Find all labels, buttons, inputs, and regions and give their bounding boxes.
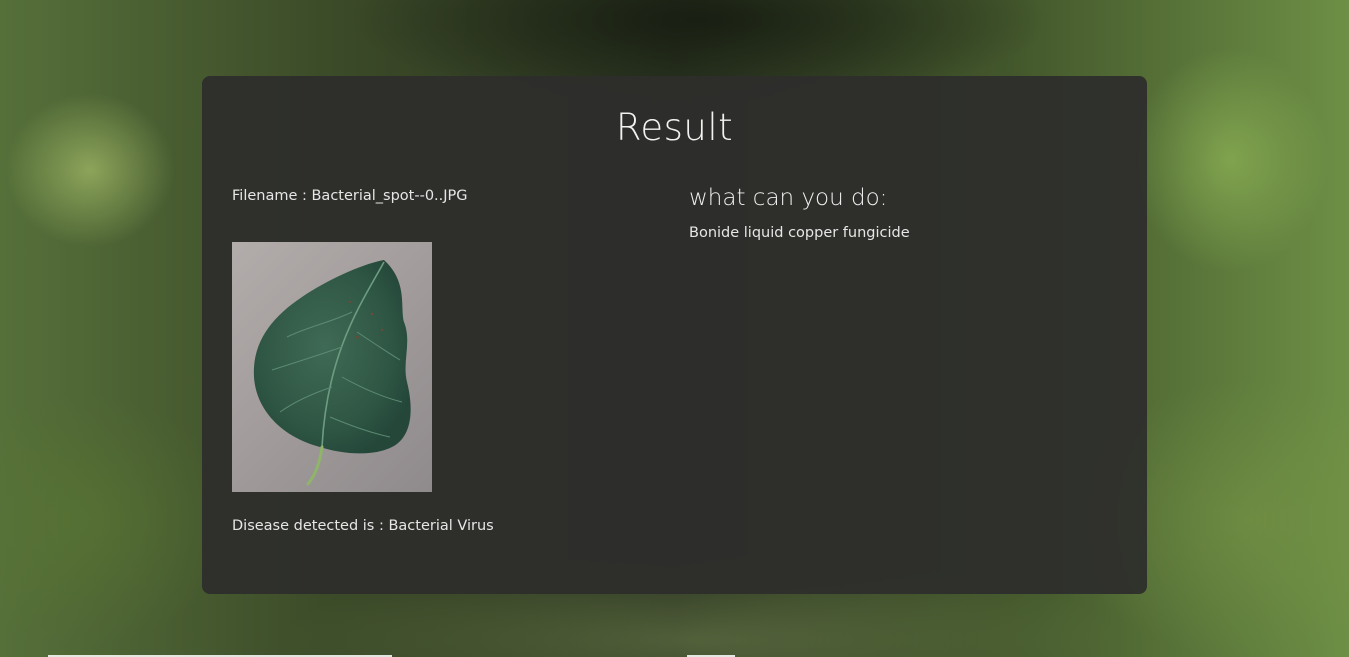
leaf-icon: [253, 260, 411, 486]
advice-text: Bonide liquid copper fungicide: [689, 225, 910, 241]
advice-heading: what can you do:: [689, 185, 888, 211]
page-title: Result: [615, 106, 734, 149]
disease-result-label: Disease detected is : Bacterial Virus: [232, 518, 494, 534]
result-card: Result Filename : Bacterial_spot--0..JPG: [202, 76, 1147, 594]
filename-label: Filename : Bacterial_spot--0..JPG: [232, 188, 468, 204]
uploaded-leaf-image: [232, 242, 432, 492]
